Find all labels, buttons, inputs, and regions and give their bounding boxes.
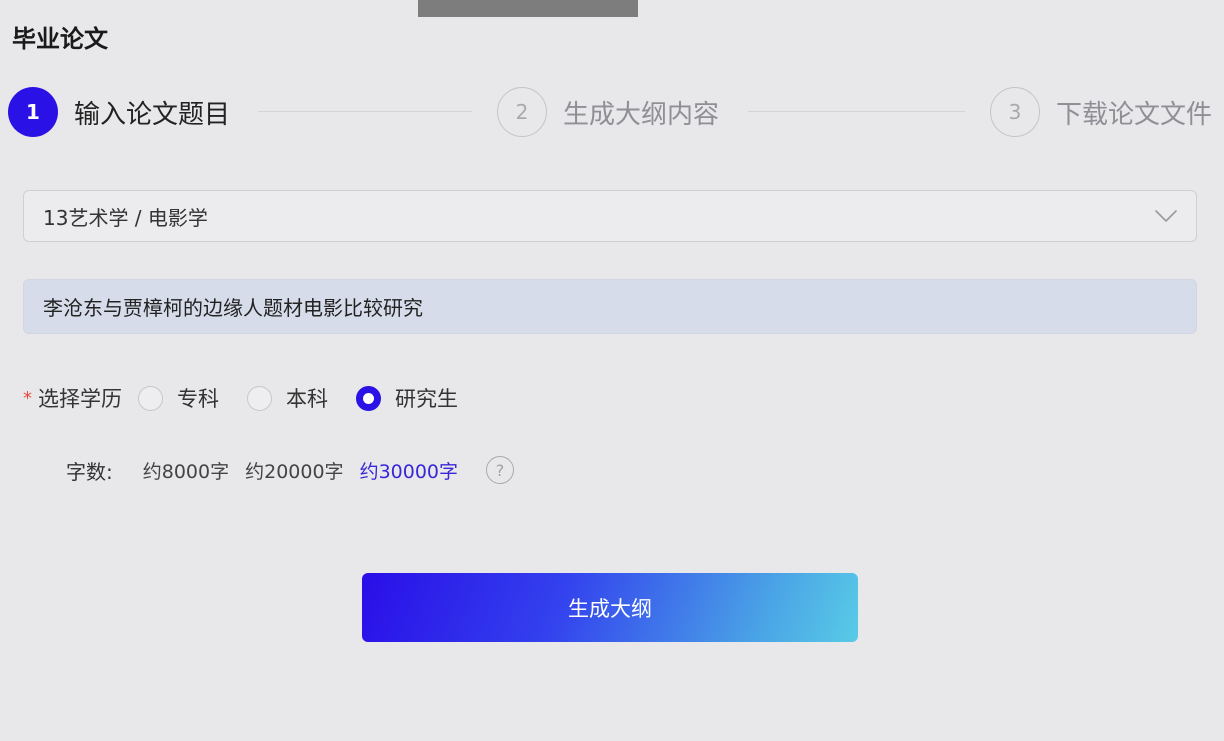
word-count-options: 字数: 约8000字 约20000字 约30000字 ? [66, 452, 515, 488]
step-1[interactable]: 1 输入论文题目 [8, 86, 230, 138]
radio-button[interactable] [247, 385, 272, 411]
step-number-badge: 2 [497, 87, 547, 137]
top-tab-indicator [418, 0, 638, 17]
radio-label: 研究生 [395, 387, 458, 411]
steps-progress: 1 输入论文题目 2 生成大纲内容 3 下载论文文件 [8, 86, 1224, 138]
step-label: 生成大纲内容 [563, 99, 720, 130]
required-mark: * [23, 387, 32, 409]
step-label: 下载论文文件 [1056, 99, 1213, 130]
word-count-label: 字数: [66, 459, 113, 484]
radio-option-zhuanke[interactable]: 专科 [138, 383, 219, 413]
word-option-20000[interactable]: 约20000字 [245, 457, 343, 484]
topic-input[interactable] [23, 279, 1197, 334]
step-number-badge: 3 [990, 87, 1040, 137]
radio-option-benke[interactable]: 本科 [247, 383, 328, 413]
subject-select[interactable]: 13艺术学 / 电影学 [23, 190, 1197, 242]
step-2[interactable]: 2 生成大纲内容 [497, 86, 719, 138]
education-label: 选择学历 [38, 387, 122, 411]
step-connector [258, 111, 472, 112]
help-icon[interactable]: ? [486, 456, 515, 484]
step-3[interactable]: 3 下载论文文件 [990, 86, 1212, 138]
word-option-8000[interactable]: 约8000字 [143, 457, 229, 484]
radio-button-checked[interactable] [356, 385, 381, 411]
radio-option-graduate[interactable]: 研究生 [356, 383, 458, 413]
chevron-down-icon [1155, 210, 1177, 222]
education-radio-group: * 选择学历 专科 本科 研究生 [23, 380, 486, 416]
subject-select-value: 13艺术学 / 电影学 [43, 205, 208, 230]
page-title: 毕业论文 [12, 25, 108, 53]
radio-label: 专科 [177, 387, 219, 411]
step-connector [748, 111, 965, 112]
radio-button[interactable] [138, 385, 163, 411]
step-label: 输入论文题目 [74, 99, 231, 130]
generate-outline-button[interactable]: 生成大纲 [362, 573, 858, 642]
radio-label: 本科 [286, 387, 328, 411]
word-option-30000[interactable]: 约30000字 [360, 457, 458, 484]
step-number-badge: 1 [8, 87, 58, 137]
